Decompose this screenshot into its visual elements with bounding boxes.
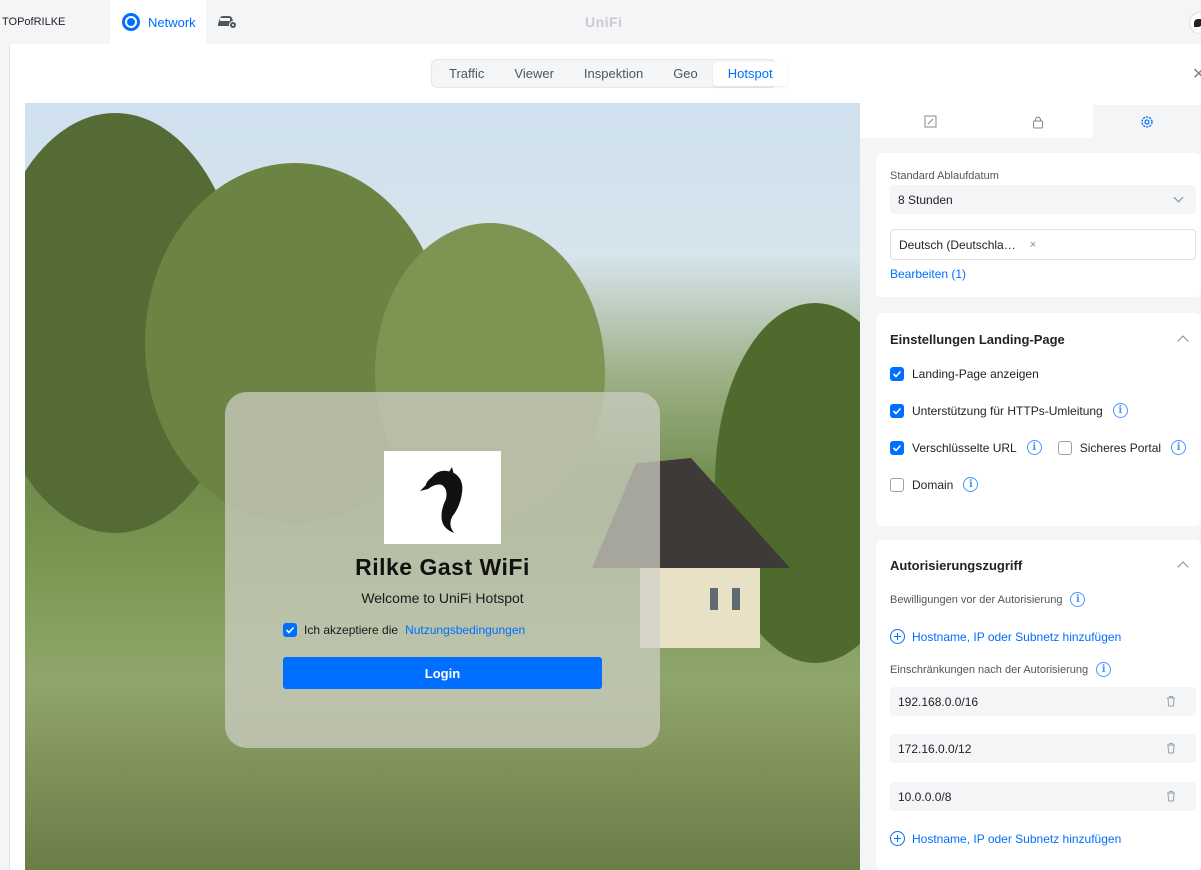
expiry-label: Standard Ablaufdatum (890, 170, 999, 182)
info-icon[interactable]: i (1070, 592, 1086, 607)
restriction-row[interactable]: 172.16.0.0/12 (890, 734, 1196, 763)
info-icon[interactable]: i (963, 477, 979, 492)
tab-traffic[interactable]: Traffic (434, 62, 499, 86)
portal-title: Rilke Gast WiFi (355, 554, 530, 580)
network-app-label: Network (148, 14, 196, 30)
chevron-down-icon (1173, 192, 1184, 203)
restriction-row[interactable]: 10.0.0.0/8 (890, 782, 1196, 811)
edit-languages-link[interactable]: Bearbeiten (1) (890, 267, 966, 281)
terms-checkbox[interactable] (283, 623, 297, 637)
chevron-up-icon[interactable] (1177, 335, 1189, 347)
tab-viewer[interactable]: Viewer (499, 62, 569, 86)
chevron-up-icon[interactable] (1177, 561, 1189, 573)
login-button[interactable]: Login (283, 657, 602, 689)
domain-row[interactable]: Domain i (890, 477, 979, 492)
general-settings-section: Standard Ablaufdatum 8 Stunden Deutsch (… (876, 153, 1201, 297)
authorization-section: Autorisierungszugriff Bewilligungen vor … (876, 540, 1201, 870)
expiry-value: 8 Stunden (898, 192, 953, 207)
language-multiselect[interactable]: Deutsch (Deutschla… × (890, 229, 1196, 260)
show-landing-label: Landing-Page anzeigen (912, 367, 1039, 381)
info-icon[interactable]: i (1096, 662, 1112, 677)
auth-section-title: Autorisierungszugriff (890, 558, 1023, 573)
tab-settings[interactable] (1092, 105, 1201, 138)
portal-subtitle: Welcome to UniFi Hotspot (361, 590, 524, 606)
restriction-value: 10.0.0.0/8 (898, 789, 952, 804)
secure-portal-checkbox[interactable] (1057, 440, 1072, 455)
show-landing-checkbox[interactable] (890, 367, 904, 381)
landing-page-section: Einstellungen Landing-Page Landing-Page … (876, 313, 1201, 526)
post-auth-label: Einschränkungen nach der Autorisierung (890, 663, 1089, 676)
tab-geo[interactable]: Geo (658, 62, 713, 86)
site-name[interactable]: TOPofRILKE (2, 16, 65, 28)
trash-icon[interactable] (1166, 742, 1176, 754)
domain-label: Domain (912, 477, 954, 492)
restriction-value: 172.16.0.0/12 (898, 741, 972, 756)
terms-checkbox-row[interactable]: Ich akzeptiere die Nutzungsbedingungen (283, 623, 525, 637)
info-icon[interactable]: i (1171, 440, 1187, 455)
close-icon[interactable]: ✕ (1192, 64, 1201, 84)
plus-circle-icon (890, 831, 905, 846)
tab-hotspot[interactable]: Hotspot (712, 61, 788, 86)
info-icon[interactable]: i (1112, 403, 1128, 418)
protect-car-icon[interactable] (216, 14, 238, 30)
unifi-logo: UniFi (585, 14, 623, 30)
left-sidebar-strip (0, 44, 10, 870)
panel-tabs (876, 105, 1201, 138)
remove-tag-icon[interactable]: × (1030, 239, 1036, 251)
gear-icon (1141, 115, 1153, 128)
plus-circle-icon (890, 629, 905, 644)
tab-security[interactable] (984, 105, 1092, 138)
https-redirect-label: Unterstützung für HTTPs-Umleitung (912, 403, 1103, 418)
landing-section-title: Einstellungen Landing-Page (890, 332, 1065, 347)
tab-edit[interactable] (876, 105, 984, 138)
https-redirect-row[interactable]: Unterstützung für HTTPs-Umleitung i (890, 403, 1128, 418)
add-pre-auth-label: Hostname, IP oder Subnetz hinzufügen (912, 629, 1122, 644)
login-card: Rilke Gast WiFi Welcome to UniFi Hotspot… (225, 392, 660, 748)
network-icon (122, 13, 140, 31)
hotspot-segment-tabs: Traffic Viewer Inspektion Geo Hotspot (431, 59, 788, 88)
pre-auth-label-row: Bewilligungen vor der Autorisierung i (890, 592, 1086, 607)
domain-checkbox[interactable] (890, 477, 904, 492)
add-pre-auth-button[interactable]: Hostname, IP oder Subnetz hinzufügen (890, 629, 1121, 644)
network-app-tab[interactable]: Network (110, 0, 206, 44)
encrypted-url-checkbox[interactable] (890, 440, 904, 455)
add-post-auth-button[interactable]: Hostname, IP oder Subnetz hinzufügen (890, 831, 1121, 846)
trash-icon[interactable] (1166, 790, 1176, 802)
user-avatar[interactable] (1189, 12, 1201, 34)
restriction-row[interactable]: 192.168.0.0/16 (890, 687, 1196, 716)
add-post-auth-label: Hostname, IP oder Subnetz hinzufügen (912, 831, 1122, 846)
check-icon (285, 626, 295, 634)
tab-inspektion[interactable]: Inspektion (569, 62, 658, 86)
lock-icon (1033, 116, 1044, 128)
portal-preview: Rilke Gast WiFi Welcome to UniFi Hotspot… (25, 103, 860, 870)
terms-label: Ich akzeptiere die (304, 623, 399, 637)
pre-auth-label: Bewilligungen vor der Autorisierung (890, 593, 1063, 606)
trash-icon[interactable] (1166, 695, 1176, 707)
encrypted-url-label: Verschlüsselte URL (912, 440, 1017, 455)
secure-portal-label: Sicheres Portal (1079, 440, 1162, 455)
language-tag: Deutsch (Deutschla… (899, 237, 1016, 252)
top-bar: TOPofRILKE Network UniFi (0, 0, 1201, 44)
show-landing-row[interactable]: Landing-Page anzeigen (890, 367, 1039, 381)
terms-link[interactable]: Nutzungsbedingungen (405, 623, 525, 637)
edit-icon (924, 115, 937, 128)
info-icon[interactable]: i (1026, 440, 1042, 455)
encrypted-url-row[interactable]: Verschlüsselte URL i Sicheres Portal i (890, 440, 1187, 455)
post-auth-label-row: Einschränkungen nach der Autorisierung i (890, 662, 1112, 677)
restriction-value: 192.168.0.0/16 (898, 694, 979, 709)
expiry-select[interactable]: 8 Stunden (890, 185, 1196, 214)
dolphin-icon (419, 466, 462, 533)
logo-image (384, 451, 501, 544)
https-redirect-checkbox[interactable] (890, 403, 904, 418)
